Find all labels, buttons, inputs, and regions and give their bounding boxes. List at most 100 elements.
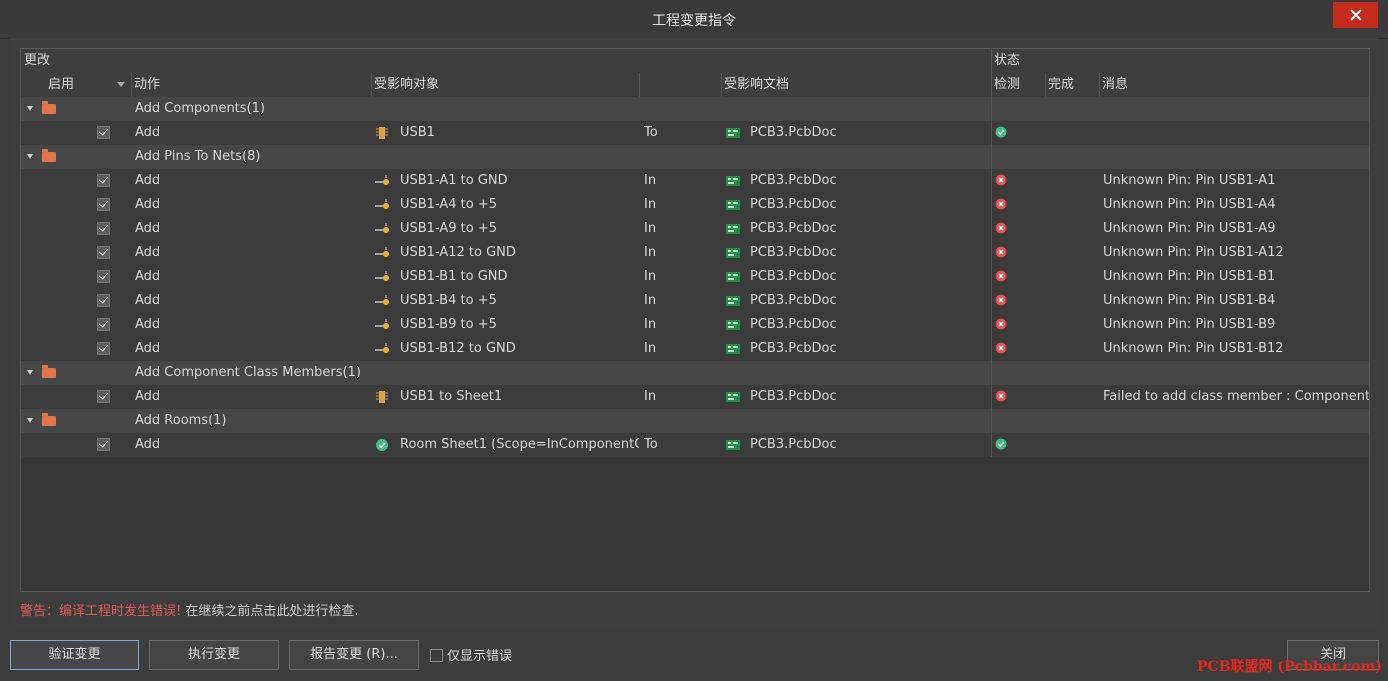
pin-icon xyxy=(374,245,390,261)
title-bar: 工程变更指令 xyxy=(0,0,1388,39)
direction-cell: In xyxy=(644,221,657,236)
col-done[interactable]: 完成 xyxy=(1045,73,1099,97)
message-cell xyxy=(1103,433,1369,457)
check-error-icon xyxy=(995,222,1007,234)
only-errors-checkbox[interactable]: 仅显示错误 xyxy=(430,645,512,664)
main-panel: 更改 状态 启用 动作 受影响对象 受影响文档 检测 完成 消息 Add Com… xyxy=(10,38,1378,630)
pcb-doc-icon xyxy=(725,173,741,189)
pcb-doc-icon xyxy=(725,245,741,261)
col-affected-object[interactable]: 受影响对象 xyxy=(371,73,639,97)
check-error-icon xyxy=(995,294,1007,306)
group-row[interactable]: Add Component Class Members(1) xyxy=(21,361,1369,385)
enable-checkbox[interactable] xyxy=(97,126,110,139)
message-cell: Failed to add class member : Component U xyxy=(1103,389,1369,404)
direction-cell: In xyxy=(644,173,657,188)
enable-checkbox[interactable] xyxy=(97,198,110,211)
group-title: Add Pins To Nets(8) xyxy=(135,149,261,164)
col-action[interactable]: 动作 xyxy=(131,73,371,97)
check-error-icon xyxy=(995,342,1007,354)
action-cell: Add xyxy=(135,173,161,188)
enable-checkbox[interactable] xyxy=(97,270,110,283)
check-error-icon xyxy=(995,390,1007,402)
enable-checkbox[interactable] xyxy=(97,438,110,451)
room-icon xyxy=(374,437,390,453)
enable-checkbox[interactable] xyxy=(97,390,110,403)
execute-button[interactable]: 执行变更 xyxy=(149,640,279,670)
check-error-icon xyxy=(995,318,1007,330)
object-cell: USB1-B9 to +5 xyxy=(400,317,497,332)
group-row[interactable]: Add Rooms(1) xyxy=(21,409,1369,433)
object-cell: USB1-A12 to GND xyxy=(400,245,516,260)
enable-checkbox[interactable] xyxy=(97,294,110,307)
enable-checkbox[interactable] xyxy=(97,318,110,331)
action-cell: Add xyxy=(135,221,161,236)
table-row[interactable]: Add USB1 To PCB3.PcbDoc xyxy=(21,121,1369,145)
warning-line[interactable]: 警告：编译工程时发生错误! 在继续之前点击此处进行检查. xyxy=(20,600,359,619)
object-cell: Room Sheet1 (Scope=InComponentCla xyxy=(400,437,639,452)
table-row[interactable]: Add USB1-A4 to +5 In PCB3.PcbDoc Unknown Pin… xyxy=(21,193,1369,217)
table-row[interactable]: Add USB1-B12 to GND In PCB3.PcbDoc Unknown P… xyxy=(21,337,1369,361)
direction-cell: In xyxy=(644,389,657,404)
report-button[interactable]: 报告变更 (R)... xyxy=(289,640,419,670)
message-cell: Unknown Pin: Pin USB1-A12 xyxy=(1103,245,1284,260)
enable-checkbox[interactable] xyxy=(97,342,110,355)
sort-arrow-icon[interactable] xyxy=(117,82,125,87)
header-status: 状态 xyxy=(994,53,1021,68)
col-message[interactable]: 消息 xyxy=(1099,73,1369,97)
doc-cell: PCB3.PcbDoc xyxy=(750,125,837,140)
enable-checkbox[interactable] xyxy=(97,222,110,235)
group-row[interactable]: Add Components(1) xyxy=(21,97,1369,121)
pcb-doc-icon xyxy=(725,437,741,453)
direction-cell: In xyxy=(644,245,657,260)
close-window-button[interactable] xyxy=(1333,2,1378,28)
collapse-arrow-icon[interactable] xyxy=(27,106,33,111)
doc-cell: PCB3.PcbDoc xyxy=(750,317,837,332)
collapse-arrow-icon[interactable] xyxy=(27,370,33,375)
direction-cell: In xyxy=(644,293,657,308)
checkbox-box[interactable] xyxy=(430,649,443,662)
message-cell: Unknown Pin: Pin USB1-B9 xyxy=(1103,317,1276,332)
doc-cell: PCB3.PcbDoc xyxy=(750,341,837,356)
table-row[interactable]: Add Room Sheet1 (Scope=InComponentCla To PC… xyxy=(21,433,1369,457)
group-row[interactable]: Add Pins To Nets(8) xyxy=(21,145,1369,169)
action-cell: Add xyxy=(135,293,161,308)
pin-icon xyxy=(374,221,390,237)
direction-cell: In xyxy=(644,197,657,212)
action-cell: Add xyxy=(135,437,161,452)
action-cell: Add xyxy=(135,125,161,140)
action-cell: Add xyxy=(135,197,161,212)
collapse-arrow-icon[interactable] xyxy=(27,418,33,423)
pcb-doc-icon xyxy=(725,341,741,357)
table-row[interactable]: Add USB1 to Sheet1 In PCB3.PcbDoc Failed to … xyxy=(21,385,1369,409)
changes-grid: 更改 状态 启用 动作 受影响对象 受影响文档 检测 完成 消息 Add Com… xyxy=(20,48,1370,592)
table-row[interactable]: Add USB1-B9 to +5 In PCB3.PcbDoc Unknown Pin… xyxy=(21,313,1369,337)
group-title: Add Components(1) xyxy=(135,101,265,116)
warning-label: 警告：编译工程时发生错误! xyxy=(20,604,182,619)
object-cell: USB1-A9 to +5 xyxy=(400,221,498,236)
pin-icon xyxy=(374,197,390,213)
enable-checkbox[interactable] xyxy=(97,174,110,187)
folder-icon xyxy=(42,413,56,426)
doc-cell: PCB3.PcbDoc xyxy=(750,269,837,284)
doc-cell: PCB3.PcbDoc xyxy=(750,389,837,404)
object-cell: USB1 xyxy=(400,125,435,140)
validate-button[interactable]: 验证变更 xyxy=(10,640,139,670)
doc-cell: PCB3.PcbDoc xyxy=(750,221,837,236)
direction-cell: In xyxy=(644,341,657,356)
col-affected-doc[interactable]: 受影响文档 xyxy=(721,73,991,97)
table-row[interactable]: Add USB1-B1 to GND In PCB3.PcbDoc Unknown Pi… xyxy=(21,265,1369,289)
collapse-arrow-icon[interactable] xyxy=(27,154,33,159)
close-icon xyxy=(1349,9,1362,21)
table-row[interactable]: Add USB1-A1 to GND In PCB3.PcbDoc Unknown Pi… xyxy=(21,169,1369,193)
header-changes: 更改 xyxy=(24,53,51,68)
warning-link[interactable]: 在继续之前点击此处进行检查. xyxy=(185,604,358,619)
col-check[interactable]: 检测 xyxy=(991,73,1045,97)
table-row[interactable]: Add USB1-B4 to +5 In PCB3.PcbDoc Unknown Pin… xyxy=(21,289,1369,313)
pcb-doc-icon xyxy=(725,221,741,237)
table-row[interactable]: Add USB1-A9 to +5 In PCB3.PcbDoc Unknown Pin… xyxy=(21,217,1369,241)
direction-cell: In xyxy=(644,317,657,332)
table-row[interactable]: Add USB1-A12 to GND In PCB3.PcbDoc Unknown P… xyxy=(21,241,1369,265)
pcb-doc-icon xyxy=(725,389,741,405)
object-cell: USB1-B1 to GND xyxy=(400,269,508,284)
enable-checkbox[interactable] xyxy=(97,246,110,259)
